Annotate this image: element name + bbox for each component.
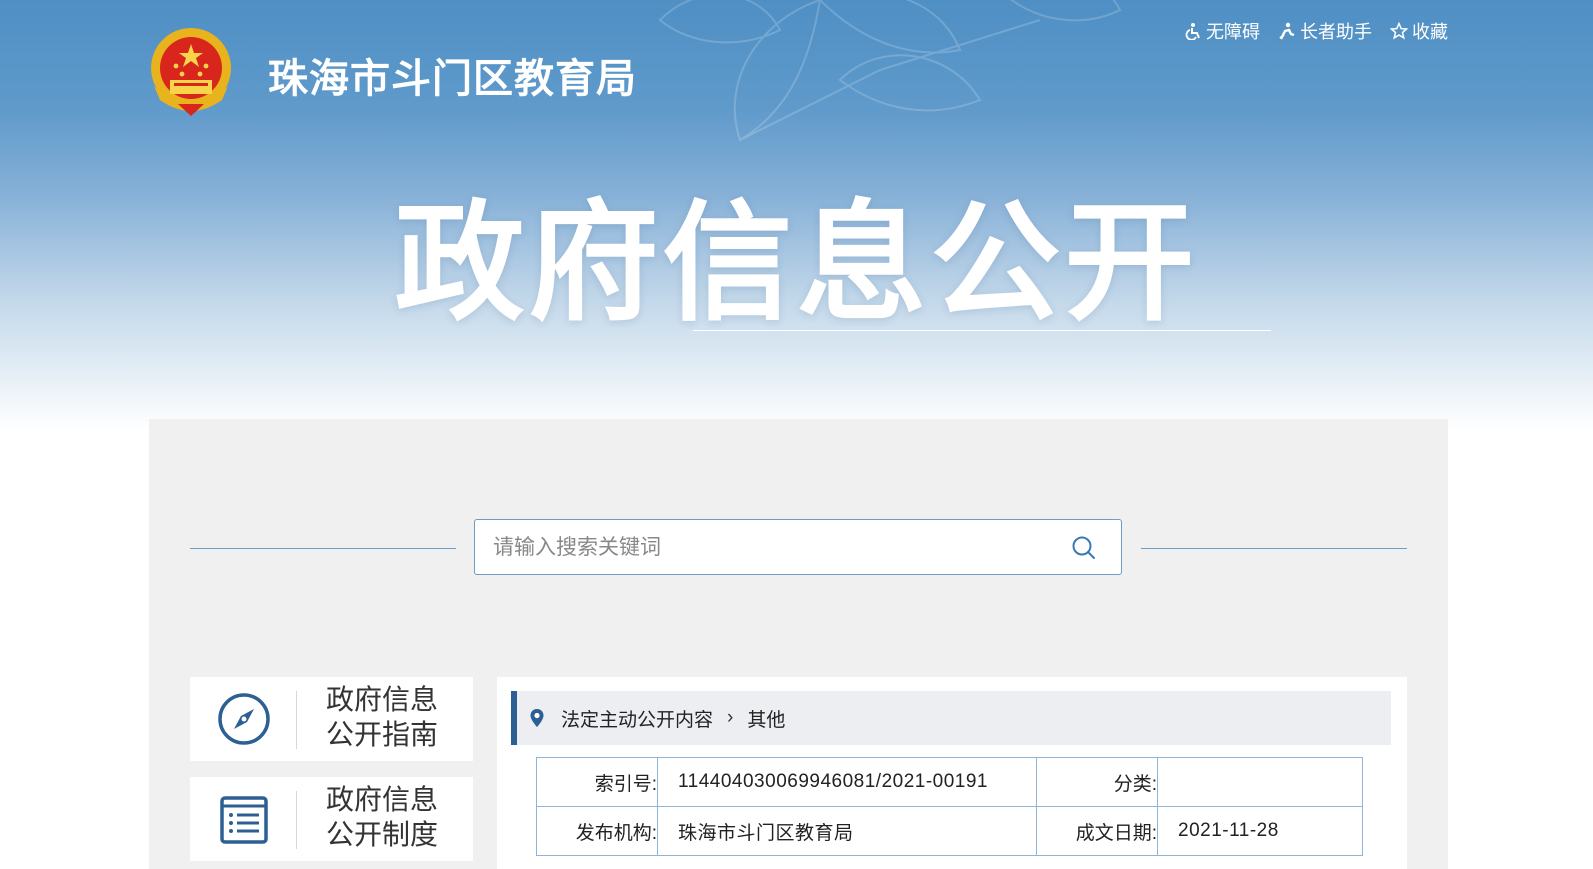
location-pin-icon [530, 709, 544, 727]
sidebar-divider [296, 691, 297, 749]
breadcrumb-item-category[interactable]: 法定主动公开内容 [561, 705, 713, 732]
sidebar-item-line1: 政府信息 [326, 684, 439, 715]
search-right-line [1141, 548, 1407, 549]
sidebar-item-line2: 公开指南 [326, 719, 439, 750]
category-value [1157, 757, 1363, 807]
top-toolbar: 无障碍 长者助手 收藏 [1184, 18, 1448, 44]
publisher-label: 发布机构: [536, 806, 658, 856]
breadcrumb: 法定主动公开内容 › 其他 [511, 691, 1391, 745]
sidebar-item-label: 政府信息 公开制度 [326, 782, 438, 852]
category-label: 分类: [1036, 757, 1158, 807]
table-row: 发布机构: 珠海市斗门区教育局 成文日期: 2021-11-28 [536, 806, 1363, 856]
date-value: 2021-11-28 [1157, 806, 1363, 856]
national-emblem-logo [151, 28, 231, 116]
favorite-label: 收藏 [1412, 22, 1448, 42]
document-list-icon [220, 796, 268, 844]
index-value: 114404030069946081/2021-00191 [657, 757, 1037, 807]
breadcrumb-item-current[interactable]: 其他 [747, 705, 785, 732]
sidebar-item-label: 政府信息 公开指南 [326, 682, 438, 752]
elder-helper-icon [1279, 22, 1295, 40]
sidebar-divider [296, 791, 297, 849]
main-panel: 法定主动公开内容 › 其他 索引号: 114404030069946081/20… [497, 677, 1407, 869]
site-name[interactable]: 珠海市斗门区教育局 [268, 46, 637, 104]
search-input[interactable] [491, 520, 1055, 576]
table-row: 索引号: 114404030069946081/2021-00191 分类: [536, 757, 1363, 807]
accessibility-label: 无障碍 [1206, 22, 1260, 42]
sidebar-item-system[interactable]: 政府信息 公开制度 [190, 777, 473, 861]
index-label: 索引号: [536, 757, 658, 807]
hero-divider [693, 330, 1271, 331]
search-icon[interactable] [1071, 535, 1097, 561]
star-icon [1390, 22, 1408, 40]
sidebar-item-guide[interactable]: 政府信息 公开指南 [190, 677, 473, 761]
favorite-button[interactable]: 收藏 [1390, 18, 1448, 44]
publisher-value: 珠海市斗门区教育局 [657, 806, 1037, 856]
magnolia-decoration [658, 0, 1122, 142]
hero-title: 政府信息公开 [394, 190, 1199, 336]
elder-helper-label: 长者助手 [1300, 22, 1372, 42]
accessibility-button[interactable]: 无障碍 [1184, 18, 1260, 44]
accessibility-icon [1185, 23, 1200, 40]
sidebar-item-line2: 公开制度 [326, 819, 439, 850]
header-banner: 珠海市斗门区教育局 无障碍 长者助手 收藏 政府信息公开 [0, 0, 1593, 430]
search-box [474, 519, 1122, 576]
elder-helper-button[interactable]: 长者助手 [1278, 18, 1372, 44]
document-meta-table: 索引号: 114404030069946081/2021-00191 分类: 发… [536, 757, 1363, 856]
chevron-right-icon: › [727, 707, 734, 728]
date-label: 成文日期: [1036, 806, 1158, 856]
compass-icon [218, 693, 270, 745]
content-area: 政府信息 公开指南 政府信息 公开制度 法定主动公开内容 › 其他 [149, 419, 1448, 869]
sidebar-item-line1: 政府信息 [326, 784, 439, 815]
search-left-line [190, 548, 456, 549]
